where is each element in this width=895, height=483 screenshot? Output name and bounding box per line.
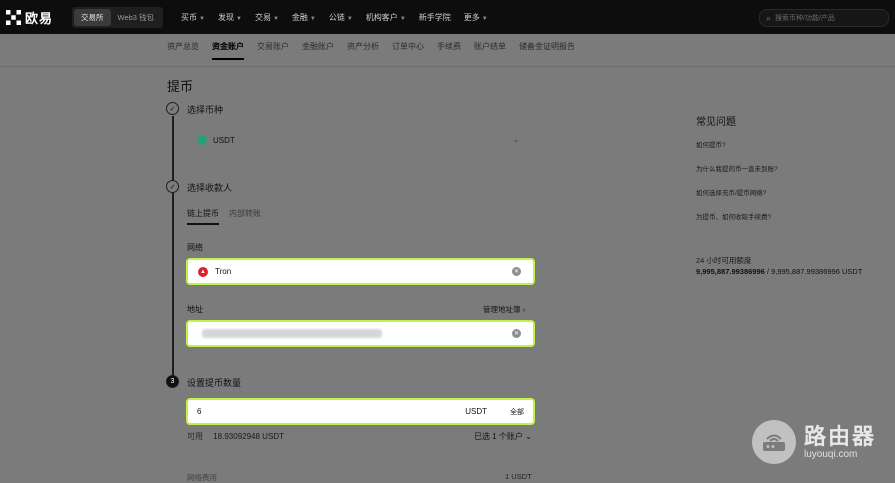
watermark-url: luyouqi.com [804, 448, 858, 460]
tron-icon: ▲ [198, 266, 208, 277]
tab-proof-of-reserves[interactable]: 储备金证明报告 [519, 41, 575, 60]
watermark-title: 路由器 [804, 423, 877, 449]
tab-asset-overview[interactable]: 资产总览 [167, 41, 199, 60]
okx-logo[interactable]: 欧易 [6, 8, 64, 27]
network-select[interactable]: ▲ Tron ✕ [186, 258, 535, 285]
address-redacted [202, 329, 382, 338]
nav-item-institutional[interactable]: 机构客户 ▼ [366, 12, 406, 23]
available-value: 18.93092948 USDT [213, 432, 284, 441]
available-label: 可用 [187, 432, 203, 441]
nav-item-discover[interactable]: 发现 ▼ [218, 12, 242, 23]
address-field[interactable]: ✕ [186, 320, 535, 347]
step-set-amount: 设置提币数量 [187, 378, 242, 388]
address-label: 地址 [187, 305, 203, 314]
search-input[interactable]: ⌕ 搜索币种/功能/产品 [759, 9, 889, 27]
amount-input[interactable]: 6 USDT 全部 [186, 398, 535, 425]
tab-onchain-withdrawal[interactable]: 链上提币 [187, 208, 219, 225]
nav-item-chain[interactable]: 公链 ▼ [329, 12, 353, 23]
chevron-down-icon: ▼ [346, 15, 353, 22]
logo-text: 欧易 [25, 10, 54, 26]
nav-item-academy[interactable]: 新手学院 [419, 12, 451, 23]
mode-switch: 交易所 Web3 钱包 [72, 6, 164, 28]
tab-fees[interactable]: 手续费 [437, 41, 461, 60]
clear-icon[interactable]: ✕ [512, 329, 521, 338]
chevron-down-icon: ⌄ [513, 137, 519, 144]
step-select-coin: 选择币种 [187, 105, 224, 115]
mode-exchange-button[interactable]: 交易所 [74, 8, 111, 26]
usdt-icon [197, 135, 207, 145]
chevron-down-icon: ▼ [309, 15, 316, 22]
faq-link[interactable]: 如何选择充币/提币网络? [696, 187, 766, 197]
tab-funding-account[interactable]: 资金账户 [212, 41, 244, 60]
page-title: 提币 [167, 79, 194, 94]
chevron-down-icon: ▼ [481, 15, 488, 22]
chevron-down-icon: ▼ [272, 15, 279, 22]
faq-link[interactable]: 为什么我提的币一直未到账? [696, 163, 778, 173]
nav-item-finance[interactable]: 金融 ▼ [292, 12, 316, 23]
router-icon [752, 420, 796, 464]
max-all-button[interactable]: 全部 [510, 407, 524, 417]
step-number-3: 3 [166, 375, 179, 388]
recipient-tabs: 链上提币 内部转账 [187, 208, 271, 225]
search-icon: ⌕ [766, 12, 772, 23]
mode-web3-button[interactable]: Web3 钱包 [111, 9, 162, 26]
chevron-down-icon: ▼ [199, 15, 205, 22]
search-placeholder: 搜索币种/功能/产品 [775, 15, 835, 22]
network-fee-label: 网络费用 [187, 473, 217, 482]
okx-logo-icon [6, 9, 21, 25]
faq-link[interactable]: 如何提币? [696, 139, 726, 149]
tab-internal-transfer[interactable]: 内部转账 [229, 208, 261, 225]
faq-title: 常见问题 [696, 117, 736, 128]
nav-item-trade[interactable]: 交易 ▼ [255, 12, 279, 23]
network-label: 网络 [187, 243, 203, 252]
top-navigation-bar: 欧易 交易所 Web3 钱包 买币 ▼ 发现 ▼ 交易 ▼ 金融 ▼ 公链 ▼ 机构客户 ▼… [0, 0, 895, 34]
chevron-down-icon: ▼ [399, 15, 406, 22]
tab-order-center[interactable]: 订单中心 [392, 41, 424, 60]
daily-limit-label: 24 小时可用额度 [696, 256, 752, 265]
nav-item-buy[interactable]: 买币 ▼ [181, 12, 205, 23]
amount-unit: USDT [465, 407, 487, 416]
tab-finance-account[interactable]: 金融账户 [302, 41, 334, 60]
network-value: Tron [215, 267, 232, 276]
coin-name: USDT [213, 135, 235, 145]
watermark: 路由器 luyouqi.com [752, 420, 876, 464]
network-fee-value: 1 USDT [505, 472, 532, 481]
available-balance: 可用 18.93092948 USDT [187, 431, 284, 442]
check-icon: ✓ [166, 180, 179, 193]
coin-select[interactable]: USDT ⌄ [187, 129, 527, 151]
tab-asset-analysis[interactable]: 资产分析 [347, 41, 379, 60]
faq-link[interactable]: 为提币、如何收取手续费? [696, 211, 771, 221]
amount-value: 6 [197, 407, 202, 416]
main-nav: 买币 ▼ 发现 ▼ 交易 ▼ 金融 ▼ 公链 ▼ 机构客户 ▼ 新手学院 更多 ▼ [181, 12, 501, 23]
tab-statements[interactable]: 账户结单 [474, 41, 506, 60]
asset-subtabs: 资产总览 资金账户 交易账户 金融账户 资产分析 订单中心 手续费 账户结单 储… [167, 41, 588, 60]
subtabs-divider [0, 66, 895, 67]
steps-rail [172, 116, 174, 382]
tab-trading-account[interactable]: 交易账户 [257, 41, 289, 60]
account-selector[interactable]: 已选 1 个账户 ⌄ [474, 431, 532, 442]
clear-icon[interactable]: ✕ [512, 267, 521, 276]
nav-item-more[interactable]: 更多 ▼ [464, 12, 488, 23]
manage-address-book-link[interactable]: 管理地址簿 › [483, 304, 525, 315]
step-select-recipient: 选择收款人 [187, 183, 233, 193]
chevron-down-icon: ▼ [236, 15, 242, 22]
check-icon: ✓ [166, 102, 179, 115]
daily-limit-value: 9,995,887.99386996 / 9,995,887.99386996 … [696, 267, 863, 276]
